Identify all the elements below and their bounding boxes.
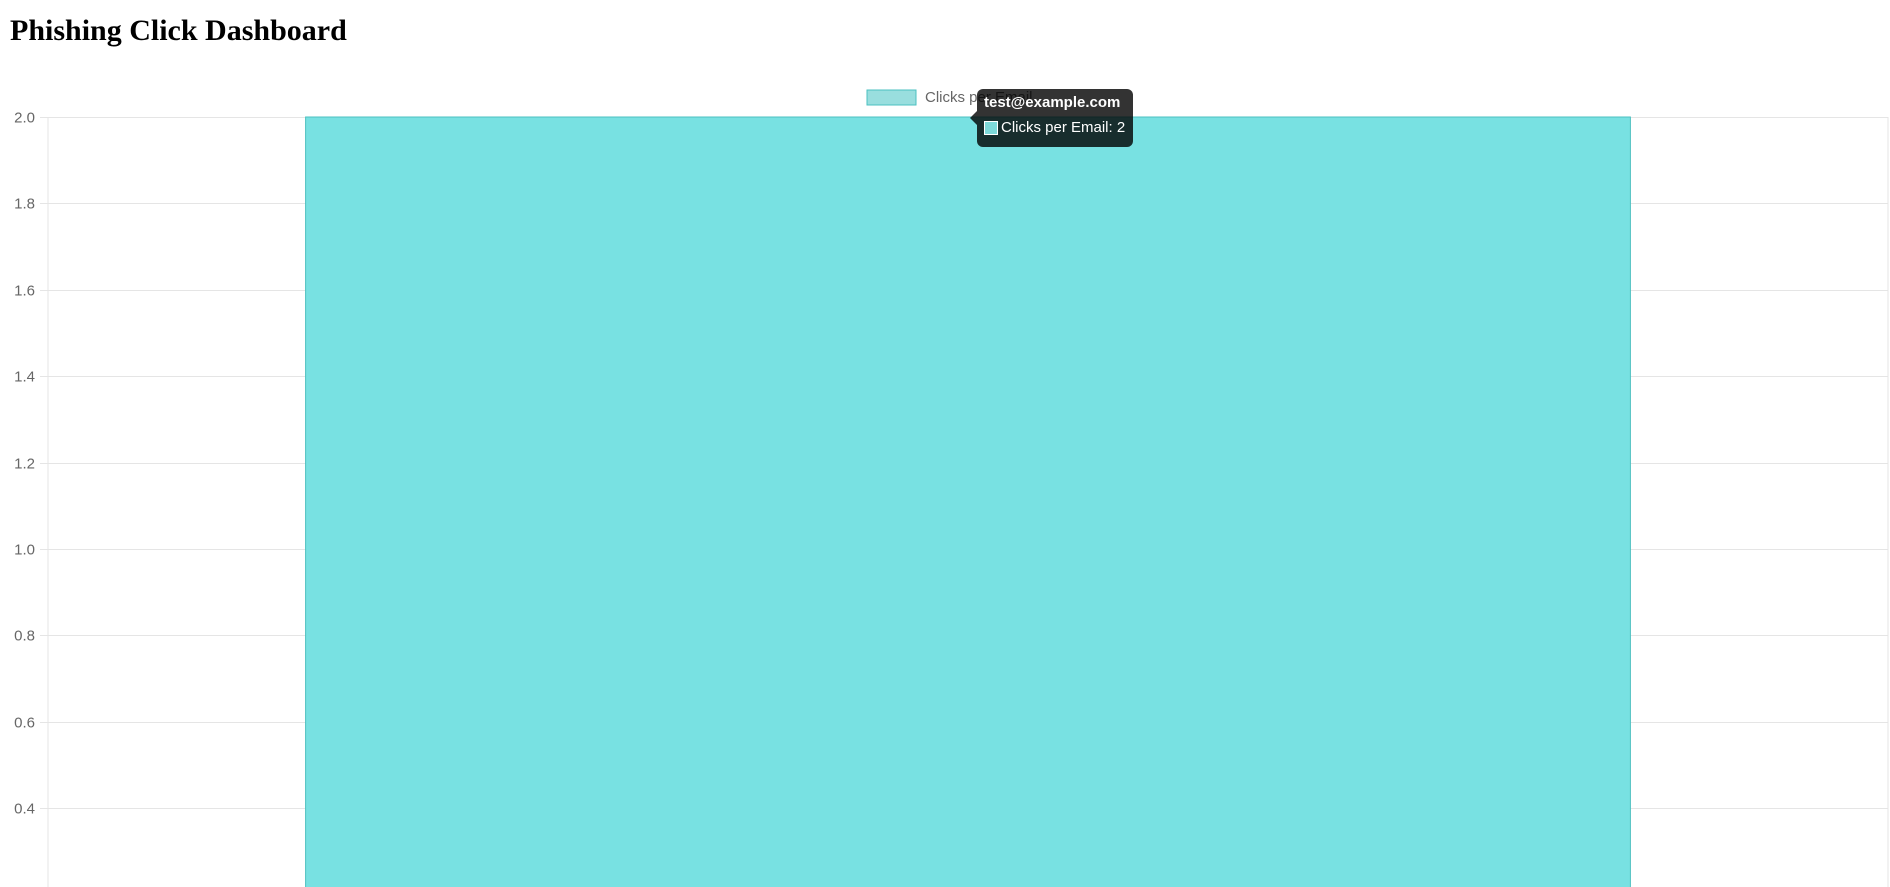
y-tick-label: 1.8 <box>14 196 35 213</box>
chart-bars <box>305 116 1631 887</box>
y-tick-label: 0.4 <box>14 801 35 818</box>
tooltip-caret <box>970 111 977 125</box>
y-tick-label: 1.0 <box>14 542 35 559</box>
y-tick-label: 1.2 <box>14 456 35 473</box>
y-tick-label: 1.4 <box>14 369 35 386</box>
bar[interactable] <box>305 116 1631 887</box>
tooltip-color-swatch <box>984 121 998 135</box>
y-tick-label: 0.6 <box>14 715 35 732</box>
y-tick-label: 1.6 <box>14 283 35 300</box>
y-tick-label: 0.8 <box>14 628 35 645</box>
bar-chart: 2.0 1.8 1.6 1.4 1.2 1.0 0.8 0.6 0.4 Clicks per E… <box>14 89 1889 887</box>
y-tick-label: 2.0 <box>14 110 35 127</box>
tooltip-body: Clicks per Email: 2 <box>984 119 1126 137</box>
chart-tooltip: test@example.com Clicks per Email: 2 <box>970 89 1133 147</box>
tooltip-title: test@example.com <box>984 94 1121 111</box>
legend-swatch <box>866 89 917 106</box>
tooltip-label: Clicks per Email: 2 <box>1001 119 1126 136</box>
